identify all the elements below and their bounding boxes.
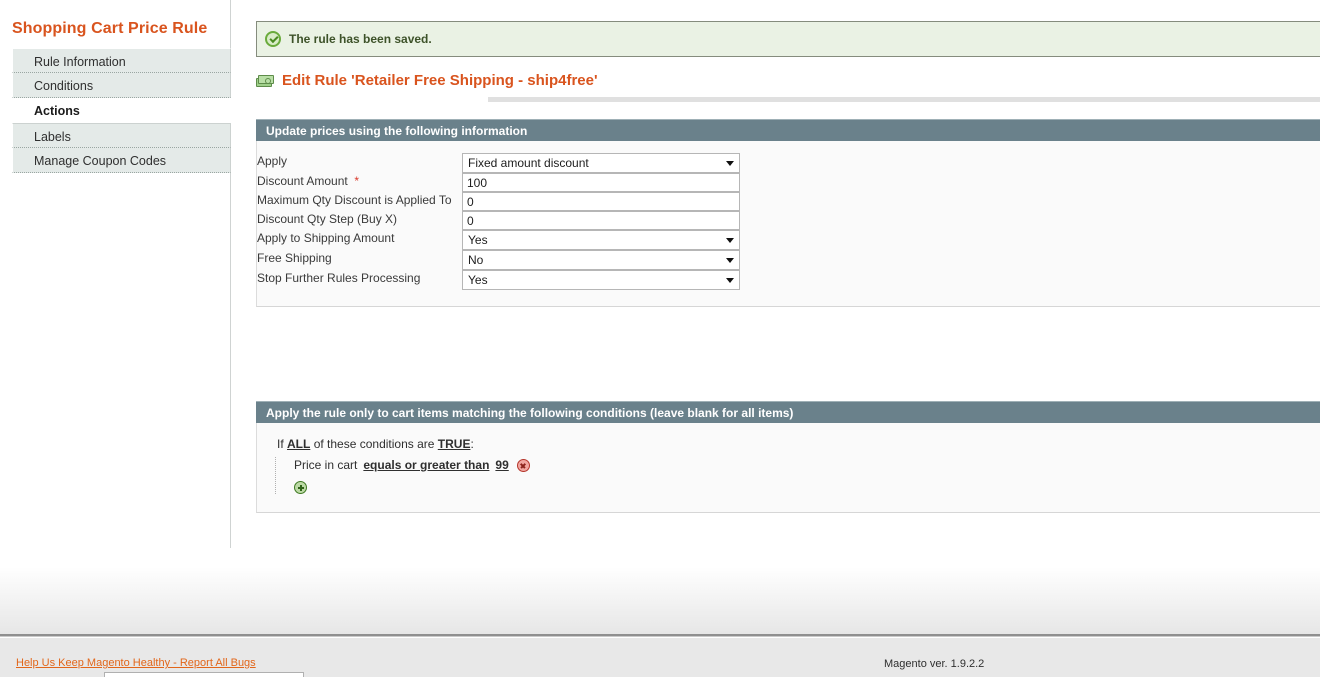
form-label: Discount Amount * xyxy=(257,173,462,192)
label-text: Free Shipping xyxy=(257,251,332,265)
sidebar-item-conditions[interactable]: Conditions xyxy=(12,73,231,98)
form-label: Discount Qty Step (Buy X) xyxy=(257,211,462,230)
add-icon[interactable] xyxy=(294,481,307,494)
maximum-qty-input[interactable] xyxy=(462,192,740,211)
form-row-stop-further-rules: Stop Further Rules Processing Yes xyxy=(257,270,1320,290)
sidebar-item-label: Manage Coupon Codes xyxy=(34,154,167,168)
sidebar-item-label: Conditions xyxy=(34,79,94,93)
apply-to-shipping-value: Yes xyxy=(468,233,488,247)
footer-widget-box[interactable] xyxy=(104,672,304,677)
money-icon xyxy=(256,74,274,88)
page-title: Shopping Cart Price Rule xyxy=(12,20,208,37)
discount-amount-input[interactable] xyxy=(462,173,740,192)
messages-area: The rule has been saved. xyxy=(256,21,1320,57)
check-circle-icon xyxy=(265,31,281,47)
discount-qty-step-input[interactable] xyxy=(462,211,740,230)
chevron-down-icon xyxy=(726,161,734,166)
conditions-fieldset-body: If ALL of these conditions are TRUE: Pri… xyxy=(256,423,1320,513)
conditions-intro-middle: of these conditions are xyxy=(313,437,435,451)
free-shipping-value: No xyxy=(468,253,484,267)
sidebar-item-label: Labels xyxy=(34,130,71,144)
actions-fieldset-body: Apply Fixed amount discount Discount Amo… xyxy=(256,141,1320,307)
form-row-discount-amount: Discount Amount * xyxy=(257,173,1320,192)
label-text: Stop Further Rules Processing xyxy=(257,271,421,285)
label-text: Discount Amount xyxy=(257,174,348,188)
sidebar-item-manage-coupon-codes[interactable]: Manage Coupon Codes xyxy=(12,148,231,173)
form-row-discount-qty-step: Discount Qty Step (Buy X) xyxy=(257,211,1320,230)
conditions-intro: If ALL of these conditions are TRUE: xyxy=(275,437,1320,451)
report-bugs-link[interactable]: Help Us Keep Magento Healthy - Report Al… xyxy=(16,657,256,669)
success-message-text: The rule has been saved. xyxy=(289,32,432,46)
label-text: Maximum Qty Discount is Applied To xyxy=(257,193,452,207)
apply-to-shipping-select[interactable]: Yes xyxy=(462,230,740,250)
label-text: Apply to Shipping Amount xyxy=(257,231,395,245)
content-header-title: Edit Rule 'Retailer Free Shipping - ship… xyxy=(282,72,598,89)
actions-fieldset-legend: Update prices using the following inform… xyxy=(256,119,1320,141)
form-row-apply: Apply Fixed amount discount xyxy=(257,153,1320,173)
label-text: Apply xyxy=(257,154,288,168)
free-shipping-select[interactable]: No xyxy=(462,250,740,270)
conditions-intro-prefix: If xyxy=(277,437,284,451)
chevron-down-icon xyxy=(726,258,734,263)
form-label: Apply to Shipping Amount xyxy=(257,230,462,250)
label-text: Discount Qty Step (Buy X) xyxy=(257,212,398,226)
form-row-maximum-qty: Maximum Qty Discount is Applied To xyxy=(257,192,1320,211)
form-label: Apply xyxy=(257,153,462,173)
form-label: Stop Further Rules Processing xyxy=(257,270,462,290)
actions-form: Apply Fixed amount discount Discount Amo… xyxy=(257,153,1320,290)
form-row-apply-to-shipping: Apply to Shipping Amount Yes xyxy=(257,230,1320,250)
header-divider xyxy=(488,97,1320,102)
page-bottom-gradient xyxy=(0,548,1320,634)
content-column: The rule has been saved. Edit Rule 'Reta… xyxy=(232,0,1320,548)
content-header: Edit Rule 'Retailer Free Shipping - ship… xyxy=(256,72,598,89)
conditions-fieldset-legend: Apply the rule only to cart items matchi… xyxy=(256,401,1320,423)
footer-divider xyxy=(0,634,1320,637)
conditions-intro-suffix: : xyxy=(470,437,474,451)
chevron-down-icon xyxy=(726,238,734,243)
workspace: Shopping Cart Price Rule Rule Informatio… xyxy=(0,0,1320,548)
form-label: Maximum Qty Discount is Applied To xyxy=(257,192,462,211)
apply-select-value: Fixed amount discount xyxy=(468,156,589,170)
form-label: Free Shipping xyxy=(257,250,462,270)
success-message: The rule has been saved. xyxy=(256,21,1320,57)
sidebar-item-actions[interactable]: Actions xyxy=(12,98,231,123)
delete-icon[interactable] xyxy=(516,458,530,472)
sidebar-item-label: Actions xyxy=(34,104,80,118)
required-marker: * xyxy=(351,174,360,188)
tab-list: Rule Information Conditions Actions Labe… xyxy=(12,48,231,173)
condition-row: Price in cart equals or greater than 99 xyxy=(290,457,1320,472)
actions-fieldset: Update prices using the following inform… xyxy=(256,119,1320,307)
stop-further-rules-select[interactable]: Yes xyxy=(462,270,740,290)
conditions-aggregator-link[interactable]: ALL xyxy=(287,437,310,451)
chevron-down-icon xyxy=(726,278,734,283)
conditions-value-link[interactable]: TRUE xyxy=(438,437,471,451)
magento-version-label: Magento ver. 1.9.2.2 xyxy=(884,658,985,670)
sidebar-item-rule-information[interactable]: Rule Information xyxy=(12,48,231,73)
stop-further-rules-value: Yes xyxy=(468,273,488,287)
apply-select[interactable]: Fixed amount discount xyxy=(462,153,740,173)
form-row-free-shipping: Free Shipping No xyxy=(257,250,1320,270)
sidebar-item-labels[interactable]: Labels xyxy=(12,123,231,148)
magento-admin-page: Shopping Cart Price Rule Rule Informatio… xyxy=(0,0,1320,677)
condition-operator-link[interactable]: equals or greater than xyxy=(363,458,489,472)
condition-value-link[interactable]: 99 xyxy=(495,458,508,472)
sidebar-item-label: Rule Information xyxy=(34,55,126,69)
condition-attribute: Price in cart xyxy=(294,458,358,472)
rule-tabs-sidebar: Shopping Cart Price Rule Rule Informatio… xyxy=(0,0,231,548)
conditions-children: Price in cart equals or greater than 99 xyxy=(275,457,1320,494)
conditions-fieldset: Apply the rule only to cart items matchi… xyxy=(256,401,1320,513)
